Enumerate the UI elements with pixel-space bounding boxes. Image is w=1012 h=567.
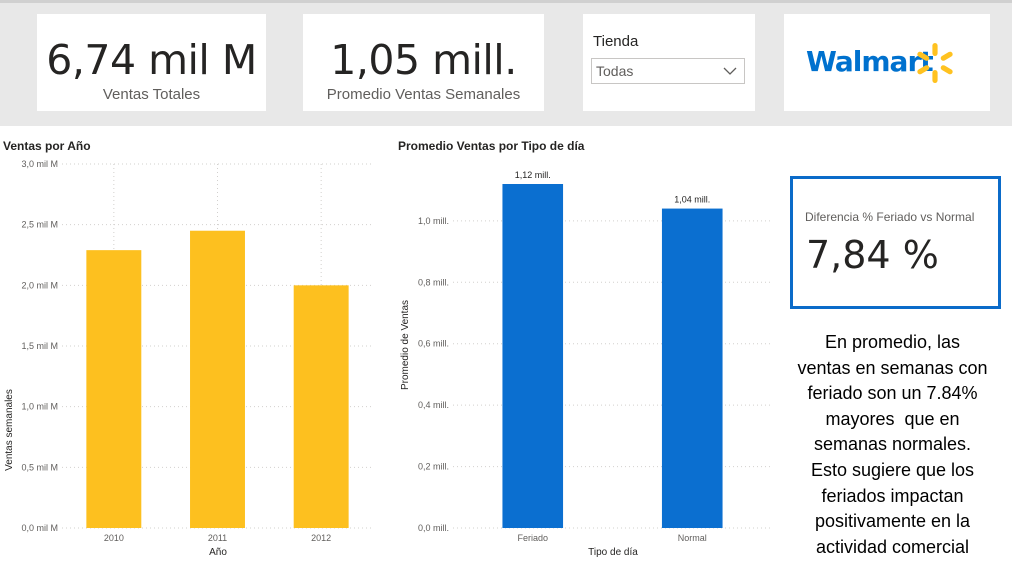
insight-line: feriados impactan (821, 485, 964, 506)
top-border (0, 0, 1012, 3)
y-tick-label: 1,5 mil M (21, 341, 58, 351)
insight-line: actividad comercial (815, 536, 970, 557)
insight-line: En promedio, las (824, 332, 961, 352)
bar-2011[interactable] (190, 230, 245, 528)
chart-sales-by-year[interactable]: 0,0 mil M 0,5 mil M 1,0 mil M 1,5 mil M 2,0 … (0, 155, 375, 565)
chart-sales-by-year-xlabel: Año (209, 547, 227, 558)
y-tick-label: 2,0 mil M (21, 280, 58, 290)
chart-avg-by-daytype-xlabel: Tipo de día (588, 547, 638, 558)
y-tick-label: 2,5 mil M (21, 220, 58, 230)
insight-text: En promedio, las ventas en semanas con f… (785, 330, 1000, 560)
x-tick-label: Normal (678, 533, 707, 543)
kpi-avg-weekly-value: 1,05 mill. (330, 36, 517, 84)
y-tick-label: 0,0 mill. (418, 523, 449, 533)
chevron-down-icon (723, 67, 737, 75)
bar-feriado[interactable] (502, 184, 564, 528)
kpi-avg-weekly-label: Promedio Ventas Semanales (326, 86, 521, 103)
y-tick-label: 0,6 mill. (418, 339, 449, 349)
chart-avg-by-daytype[interactable]: 0,0 mill. 0,2 mill. 0,4 mill. 0,6 mill. 0,8 … (395, 155, 780, 565)
y-tick-label: 0,2 mill. (418, 462, 449, 472)
walmart-logo-card: Walmart (784, 14, 990, 111)
x-tick-label: Feriado (517, 533, 548, 543)
chart-sales-by-year-title: Ventas por Año (3, 139, 91, 153)
bar-normal[interactable] (661, 208, 723, 529)
y-tick-label: 0,5 mil M (21, 462, 58, 472)
store-slicer: Tienda Todas (583, 14, 755, 111)
y-tick-label: 0,4 mill. (418, 400, 449, 410)
data-label: 1,04 mill. (674, 195, 710, 205)
data-label: 1,12 mill. (515, 170, 551, 180)
slicer-title: Tienda (593, 33, 639, 50)
x-tick-label: 2012 (311, 533, 331, 543)
insight-line: Esto sugiere que los (810, 459, 975, 480)
x-tick-label: 2010 (104, 533, 124, 543)
walmart-spark-icon (917, 43, 953, 83)
bar-2012[interactable] (293, 285, 349, 528)
insight-line: semanas normales. (813, 434, 972, 455)
kpi-total-sales-value: 6,74 mil M (46, 36, 257, 84)
difference-kpi-title: Diferencia % Feriado vs Normal (805, 210, 975, 224)
y-tick-label: 0,8 mill. (418, 277, 449, 287)
difference-kpi-card[interactable]: Diferencia % Feriado vs Normal 7,84 % (790, 176, 1001, 309)
chart-avg-by-daytype-title: Promedio Ventas por Tipo de día (398, 139, 585, 153)
x-tick-label: 2011 (208, 533, 227, 543)
chart-avg-by-daytype-ylabel: Promedio de Ventas (400, 300, 411, 390)
kpi-card-total-sales[interactable]: 6,74 mil M Ventas Totales (37, 14, 266, 111)
y-tick-label: 1,0 mill. (418, 216, 449, 226)
insight-line: ventas en semanas con (797, 357, 988, 378)
kpi-total-sales-label: Ventas Totales (102, 86, 201, 103)
difference-kpi-value: 7,84 % (806, 233, 939, 277)
insight-line: feriado son un 7.84% (807, 383, 978, 404)
bar-2010[interactable] (86, 250, 142, 528)
kpi-card-avg-weekly-sales[interactable]: 1,05 mill. Promedio Ventas Semanales (303, 14, 544, 111)
slicer-selected-value: Todas (596, 63, 634, 79)
insight-line: positivamente en la (814, 511, 971, 532)
store-dropdown[interactable]: Todas (591, 58, 745, 84)
y-tick-label: 3,0 mil M (21, 159, 58, 169)
y-tick-label: 0,0 mil M (21, 523, 58, 533)
chart-sales-by-year-ylabel: Ventas semanales (4, 389, 15, 471)
insight-line: mayores que en (825, 408, 960, 429)
y-tick-label: 1,0 mil M (21, 402, 58, 412)
